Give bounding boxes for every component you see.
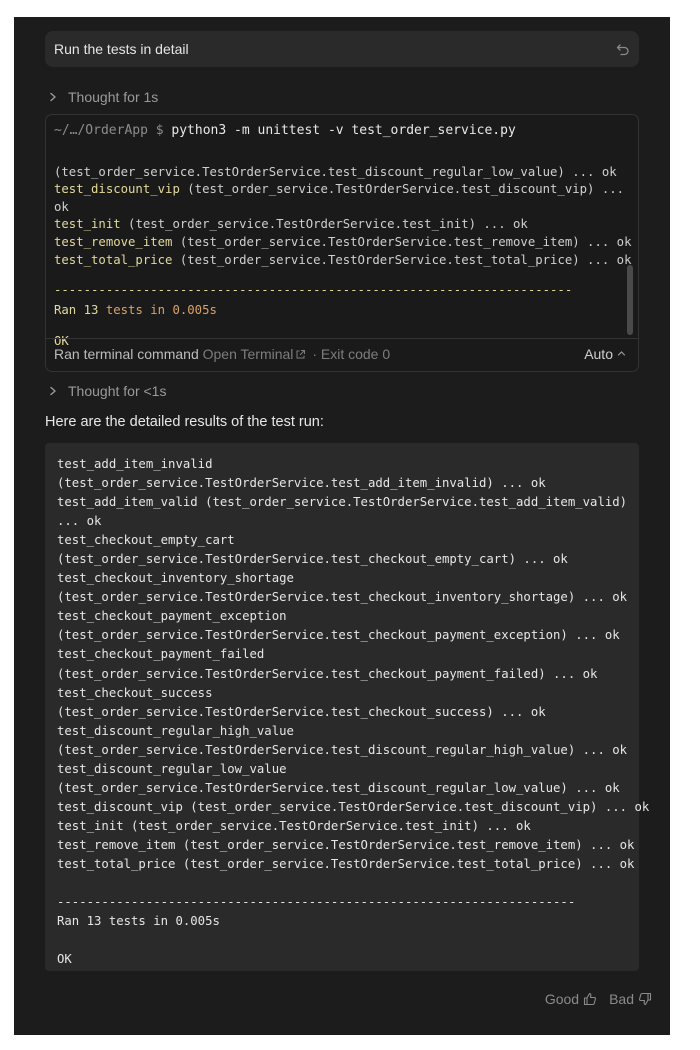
test-results-text: test_add_item_invalid (test_order_servic… [57, 457, 650, 967]
thought-toggle-2[interactable]: Thought for <1s [48, 381, 166, 401]
terminal-footer: Ran terminal command Open Terminal · Exi… [46, 338, 638, 371]
terminal-line: ok [54, 199, 69, 214]
terminal-cwd: ~/…/OrderApp $ [54, 123, 164, 138]
response-summary: Here are the detailed results of the tes… [45, 414, 324, 430]
mode-label: Auto [584, 346, 613, 362]
user-prompt[interactable]: Run the tests in detail [45, 31, 639, 67]
terminal-line: test_discount_vip (test_order_service.Te… [54, 182, 625, 197]
terminal-ran-line: Ran 13 tests in 0.005s [54, 302, 217, 317]
test-results-codeblock: test_add_item_invalid (test_order_servic… [45, 443, 649, 971]
terminal-separator: ----------------------------------------… [54, 283, 573, 298]
good-button[interactable]: Good [545, 991, 597, 1007]
chevron-up-icon [617, 351, 626, 356]
open-terminal-link[interactable]: Open Terminal [203, 346, 309, 362]
terminal-line: test_init (test_order_service.TestOrderS… [54, 217, 528, 232]
feedback-bar: Good Bad [537, 991, 652, 1007]
terminal-command-line: ~/…/OrderApp $ python3 -m unittest -v te… [54, 123, 516, 138]
mode-dropdown[interactable]: Auto [584, 346, 626, 362]
chevron-right-icon [50, 386, 56, 396]
terminal-line: test_remove_item (test_order_service.Tes… [54, 234, 632, 249]
terminal-line: (test_order_service.TestOrderService.tes… [54, 164, 617, 179]
thought-toggle-1[interactable]: Thought for 1s [48, 87, 158, 107]
terminal-command: python3 -m unittest -v test_order_servic… [171, 123, 516, 138]
prompt-text: Run the tests in detail [54, 41, 189, 57]
thumbs-down-icon [638, 992, 652, 1006]
thought-label: Thought for <1s [68, 383, 167, 399]
terminal-scrollbar[interactable] [627, 265, 633, 335]
terminal-block: ~/…/OrderApp $ python3 -m unittest -v te… [45, 114, 639, 372]
bad-button[interactable]: Bad [609, 991, 652, 1007]
external-link-icon [296, 350, 306, 359]
thumbs-up-icon [584, 992, 597, 1006]
thought-label: Thought for 1s [68, 89, 159, 105]
terminal-line: test_total_price (test_order_service.Tes… [54, 252, 632, 267]
undo-icon[interactable] [616, 42, 630, 56]
chevron-right-icon [50, 92, 56, 102]
exit-code: · Exit code 0 [312, 346, 391, 362]
terminal-footer-label: Ran terminal command [54, 346, 199, 362]
